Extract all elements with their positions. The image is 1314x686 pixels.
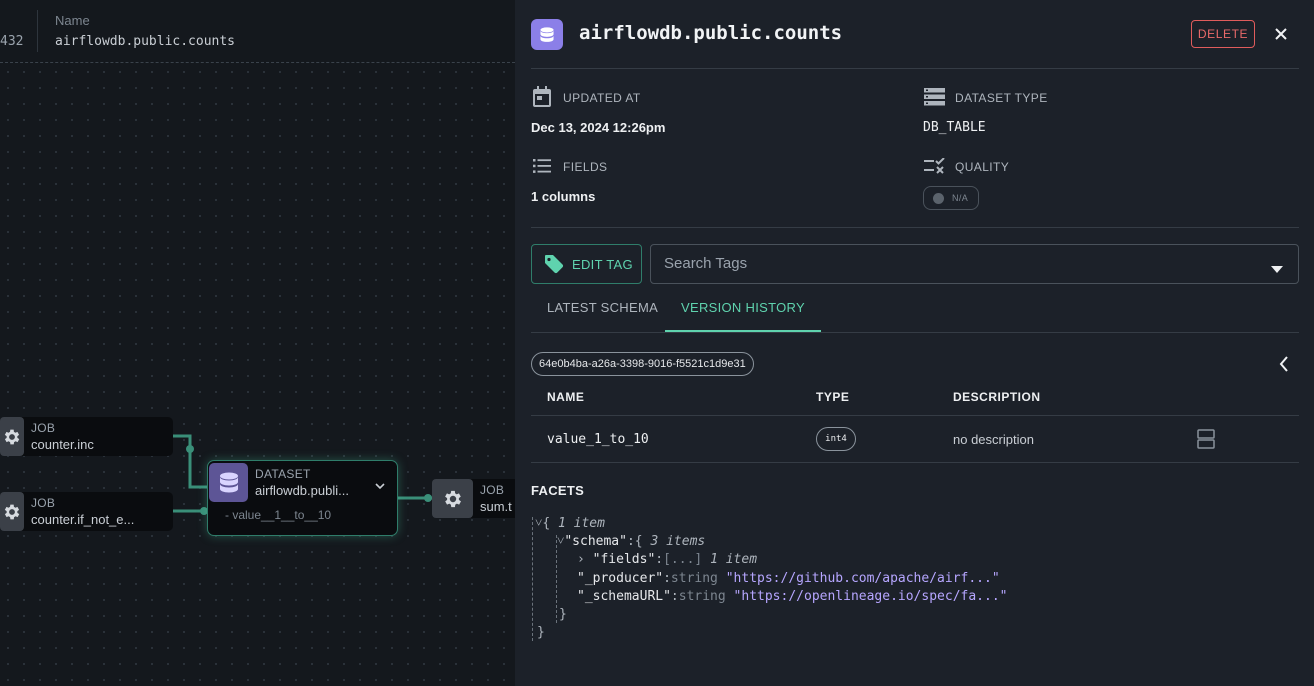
job-name: sum.t — [480, 499, 512, 514]
column-header-name: NAME — [547, 390, 585, 404]
caret-down-icon[interactable] — [1271, 261, 1283, 279]
tab-latest-schema[interactable]: LATEST SCHEMA — [531, 300, 674, 332]
graph-edges — [173, 434, 432, 515]
gear-icon — [0, 492, 24, 531]
edit-tag-button[interactable]: EDIT TAG — [531, 244, 642, 284]
version-id-chip[interactable]: 64e0b4ba-a26a-3398-9016-f5521c1d9e31 — [531, 352, 754, 376]
divider — [531, 227, 1299, 228]
storage-icon — [924, 88, 945, 111]
chevron-right-icon[interactable]: › — [577, 552, 593, 567]
updated-at-label: UPDATED AT — [563, 91, 641, 105]
table-header-divider — [531, 415, 1299, 416]
field-description: no description — [953, 432, 1034, 447]
dataset-type-label: DATASET TYPE — [955, 91, 1048, 105]
table-row-divider — [531, 462, 1299, 463]
job-kind-label: JOB — [480, 483, 505, 497]
json-schema-node[interactable]: ˅"schema":{ 3 items — [557, 533, 705, 551]
json-root[interactable]: ˅{ 1 item — [535, 515, 605, 533]
expand-row-icon[interactable] — [1197, 429, 1215, 449]
fields-value: 1 columns — [531, 189, 596, 204]
job-node-counter-inc[interactable]: JOB counter.inc — [0, 417, 173, 456]
status-dot — [933, 192, 944, 204]
json-root-close: } — [537, 625, 545, 640]
column-header-description: DESCRIPTION — [953, 390, 1041, 404]
job-name: counter.inc — [31, 437, 94, 452]
dataset-type-value: DB_TABLE — [923, 120, 986, 135]
job-name: counter.if_not_e... — [31, 512, 135, 527]
fields-label: FIELDS — [563, 160, 608, 174]
updated-at-value: Dec 13, 2024 12:26pm — [531, 120, 666, 135]
json-producer-entry: "_producer":string "https://github.com/a… — [577, 571, 1000, 586]
chevron-left-icon[interactable] — [1273, 353, 1295, 375]
json-schema-close: } — [559, 607, 567, 622]
dataset-title: airflowdb.public.counts — [579, 22, 843, 44]
quality-label: QUALITY — [955, 160, 1010, 174]
dataset-kind-label: DATASET — [255, 467, 311, 481]
tabs-divider — [531, 332, 1299, 333]
dataset-node-counts[interactable]: DATASET airflowdb.publi... - value__1__t… — [207, 460, 398, 536]
database-icon — [209, 463, 248, 502]
json-indent-guide — [532, 517, 533, 641]
gear-icon — [0, 417, 24, 456]
field-type-badge: int4 — [816, 427, 856, 451]
close-icon[interactable] — [1271, 24, 1291, 44]
facets-title: FACETS — [531, 483, 585, 498]
gear-icon — [432, 479, 473, 518]
calendar-icon — [532, 86, 552, 113]
edge-job1-dataset — [173, 434, 207, 489]
database-icon — [531, 19, 563, 50]
job-kind-label: JOB — [31, 421, 56, 435]
chevron-down-icon[interactable] — [374, 479, 386, 497]
search-tags-input[interactable] — [664, 255, 1244, 272]
json-schemaurl-entry: "_schemaURL":string "https://openlineage… — [577, 589, 1008, 604]
quality-value: N/A — [952, 193, 969, 203]
tag-icon — [545, 255, 564, 274]
job-node-counter-if-not-exists[interactable]: JOB counter.if_not_e... — [0, 492, 173, 531]
dataset-detail-drawer: airflowdb.public.counts DELETE UPDATED A… — [515, 0, 1314, 686]
column-header-type: TYPE — [816, 390, 850, 404]
rule-icon — [924, 157, 946, 179]
search-tags-field[interactable] — [650, 244, 1299, 284]
list-icon — [533, 159, 551, 178]
field-name: value_1_to_10 — [547, 432, 649, 447]
quality-status-badge: N/A — [923, 186, 979, 210]
lineage-graph-canvas[interactable]: 432 Name airflowdb.public.counts JOB cou… — [0, 0, 515, 686]
dataset-name: airflowdb.publi... — [255, 483, 349, 498]
tab-version-history[interactable]: VERSION HISTORY — [665, 300, 821, 332]
edge-dot — [424, 494, 432, 502]
job-kind-label: JOB — [31, 496, 56, 510]
edit-tag-label: EDIT TAG — [572, 256, 633, 272]
edge-dot — [186, 445, 194, 453]
delete-button[interactable]: DELETE — [1191, 20, 1255, 48]
job-node-sum[interactable]: JOB sum.t — [432, 479, 515, 518]
divider — [531, 68, 1299, 69]
dataset-field: - value__1__to__10 — [225, 508, 332, 522]
json-fields-node[interactable]: › "fields":[...] 1 item — [577, 551, 757, 569]
